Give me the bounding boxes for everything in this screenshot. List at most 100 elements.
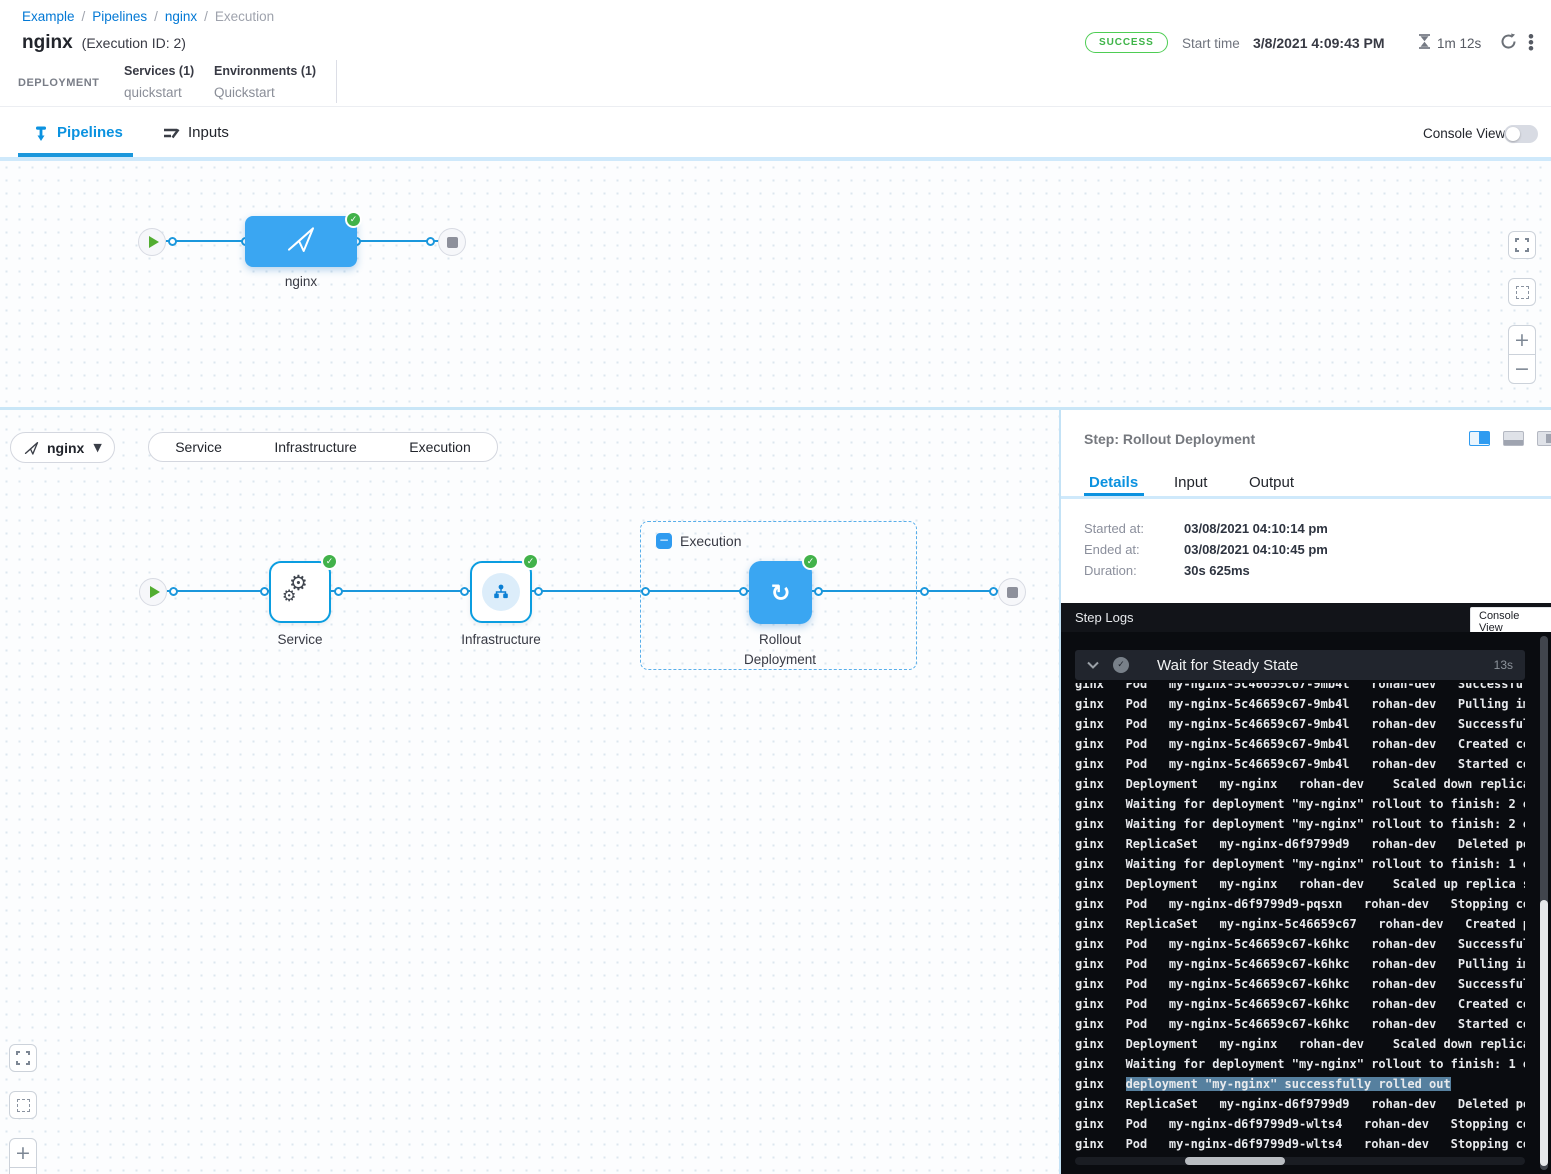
start-time-value: 3/8/2021 4:09:43 PM — [1253, 35, 1385, 51]
execution-group-label: Execution — [680, 533, 741, 549]
log-line: ginx Waiting for deployment "my-nginx" r… — [1075, 854, 1525, 874]
edge-port — [460, 587, 469, 596]
log-line: ginx Pod my-nginx-5c46659c67-k6hkc rohan… — [1075, 934, 1525, 954]
pipeline-edge — [166, 240, 246, 242]
hourglass-icon — [1416, 33, 1433, 55]
collapse-group-button[interactable]: − — [656, 533, 672, 549]
status-badge: SUCCESS — [1085, 32, 1168, 53]
tab-infrastructure[interactable]: Infrastructure — [274, 439, 356, 455]
vertical-scrollbar[interactable] — [1540, 636, 1548, 1170]
environments-value: Quickstart — [214, 85, 275, 100]
breadcrumb-example[interactable]: Example — [22, 9, 75, 24]
step-detail-panel: Step: Rollout Deployment Details Input O… — [1059, 410, 1551, 1174]
console-view-toggle[interactable] — [1504, 125, 1538, 143]
canvas-zoom-in-button[interactable]: + — [9, 1138, 37, 1168]
view-tabbar — [0, 106, 1551, 157]
right-view-icon — [1537, 431, 1551, 446]
log-line: ginx Pod my-nginx-5c46659c67-9mb4l rohan… — [1075, 714, 1525, 734]
tab-details[interactable]: Details — [1089, 474, 1138, 491]
gears-icon: ⚙ ⚙ — [283, 575, 317, 609]
canvas-fullscreen-button[interactable] — [1508, 231, 1536, 259]
pipeline-canvas[interactable] — [0, 161, 1551, 407]
success-check-badge: ✓ — [522, 553, 539, 570]
step-node-service[interactable]: ⚙ ⚙ — [269, 561, 331, 623]
step-node-infrastructure[interactable] — [470, 561, 532, 623]
stage-selector[interactable]: nginx ▼ — [10, 432, 115, 463]
panel-tabs-strip — [1061, 496, 1551, 499]
page-title: nginx — [22, 32, 73, 54]
canvas-fit-button[interactable] — [1508, 278, 1536, 306]
stop-icon — [447, 237, 458, 248]
edge-port — [534, 587, 543, 596]
edge-port — [260, 587, 269, 596]
log-line: ginx Pod my-nginx-5c46659c67-9mb4l rohan… — [1075, 754, 1525, 774]
breadcrumb-pipelines[interactable]: Pipelines — [92, 9, 147, 24]
breadcrumb-separator: / — [204, 9, 208, 24]
log-line: ginx Pod my-nginx-5c46659c67-9mb4l rohan… — [1075, 683, 1525, 694]
execution-id: (Execution ID: 2) — [82, 35, 186, 51]
pipeline-start-node — [138, 228, 166, 256]
tab-execution[interactable]: Execution — [409, 439, 470, 455]
log-line: ginx Pod my-nginx-5c46659c67-k6hkc rohan… — [1075, 954, 1525, 974]
breadcrumb-nginx[interactable]: nginx — [165, 9, 197, 24]
log-line: ginx Waiting for deployment "my-nginx" r… — [1075, 814, 1525, 834]
selection-frame-icon — [1516, 286, 1529, 299]
log-group-header[interactable]: ✓ Wait for Steady State 13s — [1075, 650, 1525, 680]
services-label: Services (1) — [124, 64, 194, 78]
horizontal-scrollbar-thumb[interactable] — [1185, 1157, 1285, 1165]
step-label-service: Service — [277, 632, 322, 647]
success-check-badge: ✓ — [321, 553, 338, 570]
canvas-zoom-in-button[interactable]: + — [1508, 325, 1536, 355]
breadcrumb-separator: / — [154, 9, 158, 24]
edge-port — [334, 587, 343, 596]
detail-label: Started at: — [1084, 521, 1144, 536]
pipeline-node-nginx[interactable] — [245, 216, 357, 267]
bottom-view-icon — [1503, 431, 1524, 446]
layout-right-button[interactable] — [1537, 431, 1551, 446]
pipeline-node-label: nginx — [285, 274, 317, 289]
canvas-zoom-out-button[interactable]: − — [1508, 354, 1536, 384]
step-success-icon: ✓ — [1113, 657, 1129, 673]
tab-input[interactable]: Input — [1174, 474, 1207, 491]
kebab-menu-icon[interactable]: ••• — [1528, 34, 1534, 52]
log-lines[interactable]: ginx Pod my-nginx-5c46659c67-9mb4l rohan… — [1075, 683, 1525, 1151]
tab-service[interactable]: Service — [175, 439, 222, 455]
horizontal-scrollbar[interactable] — [1075, 1157, 1525, 1165]
canvas-fullscreen-button[interactable] — [9, 1044, 37, 1072]
stage-end-node — [998, 578, 1026, 606]
log-console[interactable]: ✓ Wait for Steady State 13s ginx Pod my-… — [1061, 632, 1551, 1174]
step-node-rollout-deployment[interactable]: ↻ — [749, 561, 812, 624]
layout-split-right-button[interactable] — [1469, 431, 1490, 446]
edge-port — [989, 587, 998, 596]
toggle-knob — [1506, 127, 1520, 141]
edge-port — [168, 237, 177, 246]
breadcrumb-execution: Execution — [215, 9, 274, 24]
log-line: ginx Pod my-nginx-d6f9799d9-wlts4 rohan-… — [1075, 1134, 1525, 1151]
canvas-zoom-out-button[interactable]: − — [9, 1167, 37, 1174]
log-line: ginx Deployment my-nginx rohan-dev Scale… — [1075, 774, 1525, 794]
log-line: ginx ReplicaSet my-nginx-5c46659c67 roha… — [1075, 914, 1525, 934]
chevron-down-icon[interactable] — [1087, 661, 1099, 669]
step-label-infrastructure: Infrastructure — [461, 632, 541, 647]
refresh-button[interactable] — [1499, 32, 1518, 56]
step-label-rollout: Rollout — [759, 632, 801, 647]
play-icon — [149, 236, 159, 248]
chevron-down-icon: ▼ — [93, 441, 101, 454]
paper-plane-icon — [284, 223, 318, 260]
layout-bottom-button[interactable] — [1503, 431, 1524, 446]
log-group-title: Wait for Steady State — [1157, 657, 1298, 674]
canvas-fit-button[interactable] — [9, 1091, 37, 1119]
breadcrumb-separator: / — [82, 9, 86, 24]
log-line: ginx Pod my-nginx-5c46659c67-k6hkc rohan… — [1075, 994, 1525, 1014]
tab-inputs[interactable]: Inputs — [188, 124, 229, 141]
log-line: ginx deployment "my-nginx" successfully … — [1075, 1074, 1525, 1094]
inputs-tab-icon — [163, 126, 180, 146]
step-panel-title: Step: Rollout Deployment — [1084, 431, 1255, 447]
breadcrumb: Example / Pipelines / nginx / Execution — [22, 9, 274, 24]
vertical-scrollbar-thumb[interactable] — [1540, 900, 1548, 1166]
environments-label: Environments (1) — [214, 64, 316, 78]
edge-port — [920, 587, 929, 596]
tab-pipelines[interactable]: Pipelines — [57, 124, 123, 141]
tab-output[interactable]: Output — [1249, 474, 1294, 491]
detail-label: Duration: — [1084, 563, 1137, 578]
